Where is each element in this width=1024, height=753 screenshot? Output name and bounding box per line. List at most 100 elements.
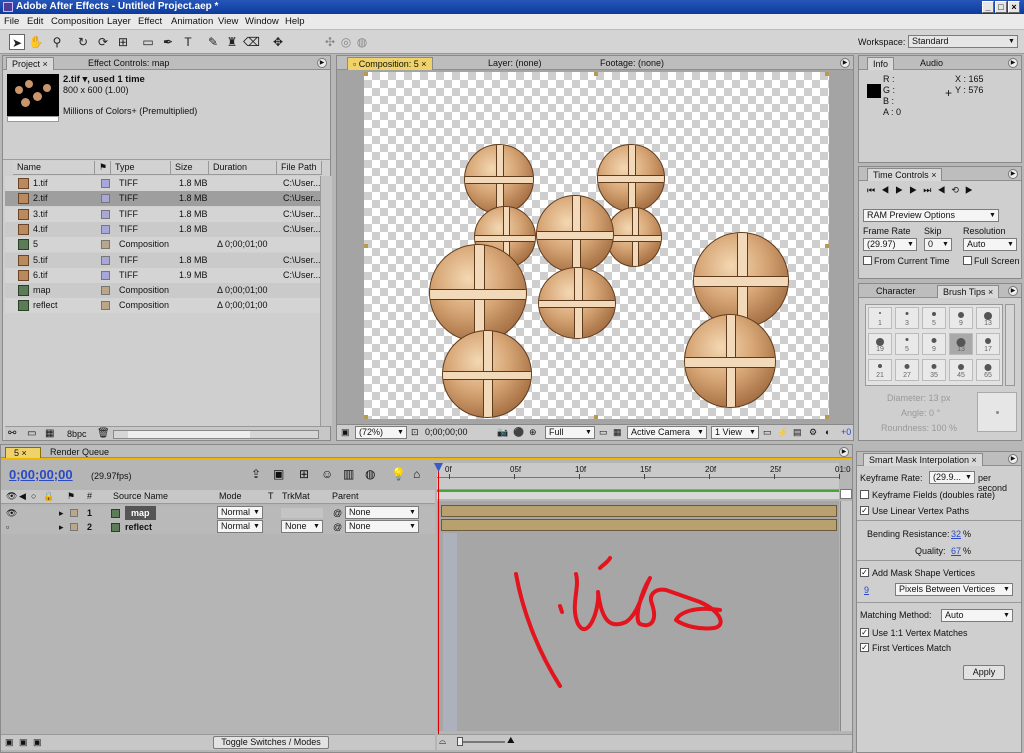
live-update-icon[interactable]: ▣	[273, 467, 284, 481]
label-column-icon[interactable]: ⚑	[95, 161, 111, 175]
region-of-interest-icon[interactable]: ▭	[599, 427, 608, 438]
brush-tool-icon[interactable]: ✎	[205, 34, 221, 50]
menu-view[interactable]: View	[218, 16, 238, 27]
menu-edit[interactable]: Edit	[27, 16, 43, 27]
camera-view-select[interactable]: Active Camera	[627, 426, 707, 439]
column-type[interactable]: Type	[111, 161, 171, 175]
from-current-time-checkbox[interactable]	[863, 256, 872, 265]
project-item-row[interactable]: 3.tif TIFF 1.8 MB C:\User...	[5, 206, 323, 222]
new-folder-icon[interactable]: ▭	[27, 428, 36, 439]
timeline-scrollbar[interactable]	[840, 501, 852, 731]
add-mask-vertices-checkbox[interactable]: ✓	[860, 568, 869, 577]
bounding-handle[interactable]	[825, 72, 829, 76]
panel-menu-icon[interactable]: ▶	[1008, 58, 1018, 68]
last-frame-icon[interactable]: ⏭	[923, 185, 937, 195]
brush-tip-cell[interactable]: 3	[895, 307, 919, 329]
layer-mode-select[interactable]: Normal	[217, 520, 263, 533]
tab-effect-controls[interactable]: Effect Controls: map	[83, 57, 174, 70]
zoom-slider[interactable]	[457, 737, 505, 746]
brush-tip-cell[interactable]: 19	[868, 333, 892, 355]
time-ruler[interactable]: 0f 05f 10f 15f 20f 25f 01:0	[437, 463, 851, 490]
keyframe-fields-checkbox[interactable]	[860, 490, 869, 499]
preview-name[interactable]: 2.tif ▾, used 1 time	[63, 74, 145, 85]
graph-editor-icon[interactable]: ⌂	[413, 467, 420, 481]
panel-menu-icon[interactable]: ▶	[839, 447, 849, 457]
show-snapshot-icon[interactable]: ⚫	[513, 427, 524, 438]
column-trkmat[interactable]: TrkMat	[282, 491, 310, 501]
bounding-handle[interactable]	[825, 415, 829, 419]
brush-tip-cell[interactable]: 13	[949, 333, 973, 355]
frame-blending-icon[interactable]: ▥	[343, 467, 354, 481]
tab-footage[interactable]: Footage: (none)	[595, 57, 669, 70]
menu-help[interactable]: Help	[285, 16, 305, 27]
ram-preview-icon[interactable]: ▶	[965, 185, 979, 195]
workspace-select[interactable]: Standard	[908, 35, 1018, 48]
layer-row[interactable]: ▫▸2reflectNormalNone@None	[1, 520, 435, 534]
column-mode[interactable]: Mode	[219, 491, 242, 501]
interpret-footage-icon[interactable]: ⚯	[8, 428, 16, 439]
close-button[interactable]: ×	[1008, 1, 1020, 13]
horizontal-scrollbar[interactable]	[113, 430, 319, 439]
audio-icon[interactable]: ◀	[937, 185, 951, 195]
video-switch-icon[interactable]: 👁	[6, 506, 17, 520]
channel-icon[interactable]: ⊕	[529, 427, 537, 438]
motion-blur-icon[interactable]: ◍	[365, 467, 375, 481]
panel-menu-icon[interactable]: ▶	[840, 58, 850, 68]
world-axis-icon[interactable]: ◎	[338, 34, 354, 50]
zoom-in-icon[interactable]: ⛰	[507, 735, 515, 746]
panel-menu-icon[interactable]: ▶	[1008, 169, 1018, 179]
column-parent[interactable]: Parent	[332, 491, 359, 501]
comp-flowchart-icon[interactable]: ⚙	[809, 427, 817, 438]
linear-vertex-paths-checkbox[interactable]: ✓	[860, 506, 869, 515]
work-area-bar[interactable]	[437, 489, 839, 499]
column-number[interactable]: #	[87, 491, 92, 501]
label-color-swatch[interactable]	[101, 224, 110, 234]
matching-method-select[interactable]: Auto	[941, 609, 1013, 622]
brush-tip-cell[interactable]: 35	[922, 359, 946, 381]
first-vertices-match-checkbox[interactable]: ✓	[860, 643, 869, 652]
label-color-swatch[interactable]	[101, 240, 110, 250]
first-frame-icon[interactable]: ⏮	[867, 185, 881, 195]
menu-composition[interactable]: Composition	[51, 16, 104, 27]
shy-layers-icon[interactable]: ☺	[321, 467, 333, 481]
menu-file[interactable]: File	[4, 16, 19, 27]
project-item-row[interactable]: 1.tif TIFF 1.8 MB C:\User...	[5, 176, 323, 191]
project-item-row[interactable]: 4.tif TIFF 1.8 MB C:\User...	[5, 221, 323, 237]
brush-tip-cell[interactable]: 1	[868, 307, 892, 329]
resolution-select[interactable]: Auto	[963, 238, 1017, 251]
brush-tip-cell[interactable]: 17	[976, 333, 1000, 355]
layer-row[interactable]: 👁 ▸ 1 map Normal @None	[1, 506, 435, 520]
bounding-handle[interactable]	[364, 244, 368, 248]
brush-tip-cell[interactable]: 27	[895, 359, 919, 381]
tab-layer[interactable]: Layer: (none)	[483, 57, 547, 70]
current-time-display[interactable]: 0;00;00;00	[425, 427, 468, 437]
layer-trkmat-select[interactable]: None	[281, 520, 323, 533]
tab-character[interactable]: Character	[871, 285, 921, 298]
label-column-icon[interactable]: ⚑	[67, 491, 75, 502]
reset-exposure-icon[interactable]: ◐	[825, 427, 830, 437]
brush-tip-cell[interactable]: 9	[922, 333, 946, 355]
roundness-label[interactable]: Roundness: 100 %	[881, 423, 957, 433]
video-switch-icon[interactable]: 👁	[6, 491, 17, 502]
view-layout-select[interactable]: 1 View	[711, 426, 759, 439]
tab-time-controls[interactable]: Time Controls ×	[867, 168, 943, 181]
vertices-mode-select[interactable]: Pixels Between Vertices	[895, 583, 1013, 596]
timeline-current-time[interactable]: 0;00;00;00	[9, 467, 73, 482]
comp-button-icon[interactable]: ⇪	[251, 467, 261, 481]
safe-zones-icon[interactable]: ⊡	[411, 427, 419, 438]
audio-switch-icon[interactable]: ◀	[19, 491, 26, 502]
one-to-one-vertex-checkbox[interactable]: ✓	[860, 628, 869, 637]
composition-viewer[interactable]	[364, 72, 829, 419]
previous-frame-icon[interactable]: ◀	[881, 185, 895, 195]
label-color-swatch[interactable]	[101, 270, 110, 280]
pick-whip-icon[interactable]: @	[333, 506, 342, 520]
brush-tip-cell[interactable]: 5	[895, 333, 919, 355]
maximize-button[interactable]: □	[995, 1, 1007, 13]
lock-icon[interactable]: ▫	[353, 59, 356, 69]
label-color-swatch[interactable]	[101, 286, 110, 296]
text-tool-icon[interactable]: T	[180, 34, 196, 50]
tab-audio[interactable]: Audio	[915, 57, 948, 70]
toggle-switches-modes-button[interactable]: Toggle Switches / Modes	[213, 736, 329, 749]
next-frame-icon[interactable]: ▶	[909, 185, 923, 195]
label-color-swatch[interactable]	[101, 255, 110, 265]
